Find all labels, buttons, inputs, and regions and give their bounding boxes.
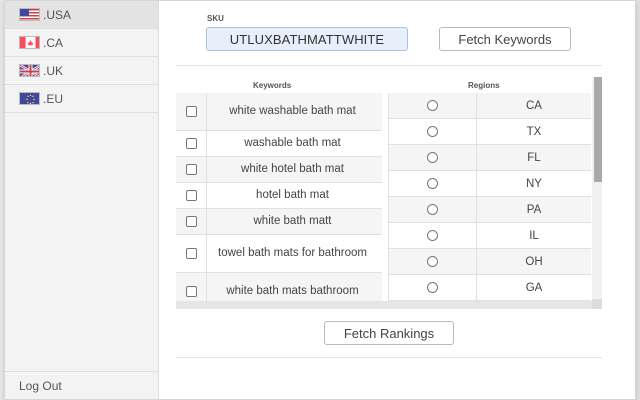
region-code: NY: [526, 177, 542, 190]
store-item-eu[interactable]: .EU: [5, 85, 158, 113]
keyword-text: white hotel bath mat: [241, 163, 344, 175]
region-radio[interactable]: [427, 152, 438, 163]
store-sidebar: .USA .CA .UK .EU Log Out: [5, 1, 159, 399]
main-panel: SKU Fetch Keywords Keywords Regions whit…: [160, 1, 635, 399]
keywords-header: Keywords: [253, 81, 292, 90]
store-label: .EU: [43, 91, 64, 106]
keyword-row: white bath matt: [176, 209, 382, 235]
region-row: GA: [389, 275, 591, 301]
keyword-text: white washable bath mat: [229, 105, 356, 117]
uk-flag-icon: [19, 64, 40, 77]
keyword-row: towel bath mats for bathroom: [176, 235, 382, 273]
region-radio[interactable]: [427, 282, 438, 293]
sku-label: SKU: [207, 14, 224, 23]
store-label: .USA: [43, 7, 72, 22]
horizontal-scrollbar[interactable]: [176, 301, 592, 309]
top-divider: [176, 65, 602, 66]
page-background-strip: [636, 0, 640, 400]
store-label: .CA: [43, 35, 64, 50]
store-label: .UK: [43, 63, 64, 78]
keyword-text: washable bath mat: [244, 137, 341, 149]
region-radio[interactable]: [427, 204, 438, 215]
keyword-checkbox[interactable]: [185, 248, 197, 259]
us-flag-icon: [19, 8, 40, 21]
region-radio[interactable]: [427, 100, 438, 111]
sku-input[interactable]: [206, 27, 408, 51]
logout-button[interactable]: Log Out: [5, 371, 158, 399]
extension-popup: .USA .CA .UK .EU Log Out SKU UTLUXBATHMA…: [4, 0, 636, 400]
keyword-text: white bath matt: [253, 215, 332, 227]
bottom-divider: [176, 357, 602, 358]
region-row: TX: [389, 119, 591, 145]
keyword-checkbox[interactable]: [185, 286, 197, 297]
keyword-checkbox[interactable]: [185, 138, 197, 149]
eu-flag-icon: [19, 92, 40, 105]
region-row: CA: [389, 93, 591, 119]
region-row: PA: [389, 197, 591, 223]
keyword-checkbox[interactable]: [185, 190, 197, 201]
store-item-ca[interactable]: .CA: [5, 29, 158, 57]
keyword-checkbox[interactable]: [185, 164, 197, 175]
keyword-text: towel bath mats for bathroom: [218, 247, 367, 259]
region-row: IL: [389, 223, 591, 249]
region-radio[interactable]: [427, 178, 438, 189]
region-row: NY: [389, 171, 591, 197]
region-radio[interactable]: [427, 230, 438, 241]
keyword-row: hotel bath mat: [176, 183, 382, 209]
region-code: FL: [527, 151, 541, 164]
store-item-usa[interactable]: .USA: [5, 1, 158, 29]
region-code: TX: [526, 125, 542, 138]
regions-header: Regions: [468, 81, 500, 90]
region-code: CA: [526, 99, 542, 112]
fetch-rankings-button[interactable]: Fetch Rankings: [324, 321, 454, 345]
region-row: OH: [389, 249, 591, 275]
region-code: GA: [525, 281, 543, 294]
region-code: PA: [526, 203, 542, 216]
vertical-scrollbar[interactable]: [592, 77, 602, 299]
ca-flag-icon: [19, 36, 40, 49]
scrollbar-corner: [592, 299, 602, 309]
keyword-checkbox[interactable]: [185, 216, 197, 227]
regions-table: CA TX FL NY PA IL OH GA: [388, 93, 591, 301]
vertical-scrollbar-thumb[interactable]: [594, 77, 602, 182]
region-radio[interactable]: [427, 126, 438, 137]
keyword-text: hotel bath mat: [256, 189, 329, 201]
keyword-row: washable bath mat: [176, 131, 382, 157]
keyword-checkbox[interactable]: [185, 106, 197, 117]
store-item-uk[interactable]: .UK: [5, 57, 158, 85]
region-code: OH: [525, 255, 543, 268]
region-row: FL: [389, 145, 591, 171]
keywords-regions-scroll-area[interactable]: Keywords Regions white washable bath mat…: [176, 77, 602, 309]
keyword-row: white hotel bath mat: [176, 157, 382, 183]
fetch-keywords-button[interactable]: Fetch Keywords: [439, 27, 571, 51]
keyword-row: white washable bath mat: [176, 93, 382, 131]
region-radio[interactable]: [427, 256, 438, 267]
region-code: IL: [529, 229, 539, 242]
keywords-table: white washable bath mat washable bath ma…: [176, 93, 382, 309]
